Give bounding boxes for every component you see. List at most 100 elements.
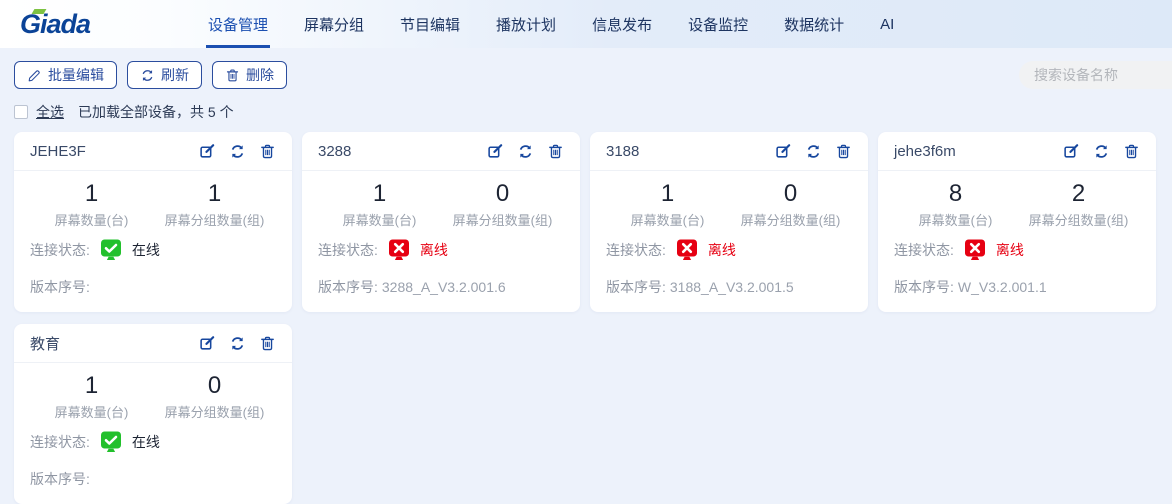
screen-count: 1 [30,179,153,209]
search-input[interactable] [1019,61,1172,89]
delete-button[interactable]: 删除 [212,61,287,89]
nav-tab-2[interactable]: 节目编辑 [398,0,462,48]
device-card-body: 1 屏幕数量(台) 0 屏幕分组数量(组) 连接状态: 在线 版本序号: [14,363,292,489]
device-card-body: 1 屏幕数量(台) 0 屏幕分组数量(组) 连接状态: 离线 版本序号:3288… [302,171,580,297]
refresh-icon[interactable] [229,143,246,160]
connection-status: 离线 [708,240,736,260]
version-row: 版本序号:3288_A_V3.2.001.6 [318,277,564,297]
select-all-checkbox[interactable] [14,105,28,119]
button-label: 批量编辑 [48,65,104,85]
group-count-stat: 2 屏幕分组数量(组) [1017,179,1140,229]
version-value: 3188_A_V3.2.001.5 [670,279,794,295]
batch-edit-button[interactable]: 批量编辑 [14,61,117,89]
screen-count-stat: 1 屏幕数量(台) [606,179,729,229]
device-card-header: jehe3f6m [878,132,1156,171]
group-count: 0 [729,179,852,209]
monitor-status-icon [963,238,987,262]
device-card-body: 8 屏幕数量(台) 2 屏幕分组数量(组) 连接状态: 离线 版本序号:W_V3… [878,171,1156,297]
nav-tab-4[interactable]: 信息发布 [590,0,654,48]
group-count-stat: 1 屏幕分组数量(组) [153,179,276,229]
delete-icon[interactable] [259,143,276,160]
group-count: 1 [153,179,276,209]
delete-icon[interactable] [1123,143,1140,160]
device-stats: 1 屏幕数量(台) 0 屏幕分组数量(组) [606,179,852,229]
connection-label: 连接状态: [894,240,954,260]
screen-count: 8 [894,179,1017,209]
brand-logo: Giada [0,0,206,48]
device-name: 教育 [30,333,60,354]
version-row: 版本序号: [30,469,276,489]
group-count: 0 [441,179,564,209]
screen-count-stat: 1 屏幕数量(台) [318,179,441,229]
refresh-icon[interactable] [805,143,822,160]
device-card-actions [199,335,276,352]
button-label: 刷新 [161,65,189,85]
group-count-stat: 0 屏幕分组数量(组) [153,371,276,421]
device-stats: 1 屏幕数量(台) 0 屏幕分组数量(组) [318,179,564,229]
edit-icon[interactable] [487,143,504,160]
connection-status-row: 连接状态: 离线 [894,238,1140,262]
device-card-header: 3188 [590,132,868,171]
version-label: 版本序号: [894,279,954,295]
device-name: 3288 [318,143,351,160]
group-count-stat: 0 屏幕分组数量(组) [441,179,564,229]
select-all-label[interactable]: 全选 [36,102,64,122]
device-card-header: 教育 [14,324,292,363]
device-stats: 1 屏幕数量(台) 0 屏幕分组数量(组) [30,371,276,421]
version-label: 版本序号: [30,279,90,295]
device-card-actions [199,143,276,160]
edit-icon[interactable] [199,143,216,160]
version-label: 版本序号: [606,279,666,295]
version-label: 版本序号: [30,471,90,487]
group-count: 2 [1017,179,1140,209]
refresh-icon[interactable] [1093,143,1110,160]
version-value: 3288_A_V3.2.001.6 [382,279,506,295]
nav-tab-5[interactable]: 设备监控 [686,0,750,48]
delete-icon[interactable] [547,143,564,160]
screen-count-label: 屏幕数量(台) [894,210,1017,229]
group-count-label: 屏幕分组数量(组) [153,402,276,421]
connection-label: 连接状态: [30,240,90,260]
version-value: W_V3.2.001.1 [958,279,1047,295]
device-card: 教育 1 屏幕数量(台) 0 [14,324,292,504]
screen-count-stat: 1 屏幕数量(台) [30,371,153,421]
device-card: 3288 1 屏幕数量(台) 0 [302,132,580,312]
refresh-button[interactable]: 刷新 [127,61,202,89]
device-name: JEHE3F [30,143,86,160]
device-card-actions [487,143,564,160]
edit-icon[interactable] [199,335,216,352]
group-count: 0 [153,371,276,401]
group-count-label: 屏幕分组数量(组) [153,210,276,229]
connection-status: 在线 [132,432,160,452]
selection-bar: 全选 已加载全部设备，共 5 个 [0,89,1172,122]
nav-tab-1[interactable]: 屏幕分组 [302,0,366,48]
top-header: Giada 设备管理屏幕分组节目编辑播放计划信息发布设备监控数据统计 AI [0,0,1172,48]
version-row: 版本序号: [30,277,276,297]
connection-status: 在线 [132,240,160,260]
edit-icon[interactable] [775,143,792,160]
refresh-icon [140,68,155,83]
device-card-actions [1063,143,1140,160]
refresh-icon[interactable] [229,335,246,352]
refresh-icon[interactable] [517,143,534,160]
screen-count-stat: 8 屏幕数量(台) [894,179,1017,229]
screen-count-label: 屏幕数量(台) [30,402,153,421]
delete-icon[interactable] [259,335,276,352]
connection-label: 连接状态: [30,432,90,452]
delete-icon[interactable] [835,143,852,160]
device-name: jehe3f6m [894,143,956,160]
device-card-header: 3288 [302,132,580,171]
device-name: 3188 [606,143,639,160]
nav-tab-3[interactable]: 播放计划 [494,0,558,48]
device-card-body: 1 屏幕数量(台) 1 屏幕分组数量(组) 连接状态: 在线 版本序号: [14,171,292,297]
device-card: JEHE3F 1 屏幕数量(台) 1 [14,132,292,312]
group-count-stat: 0 屏幕分组数量(组) [729,179,852,229]
device-card-actions [775,143,852,160]
trash-icon [225,68,240,83]
nav-tab-0[interactable]: 设备管理 [206,0,270,48]
nav-tab-6[interactable]: 数据统计 [782,0,846,48]
device-stats: 8 屏幕数量(台) 2 屏幕分组数量(组) [894,179,1140,229]
nav-tab-7[interactable]: AI [878,0,896,48]
device-stats: 1 屏幕数量(台) 1 屏幕分组数量(组) [30,179,276,229]
edit-icon[interactable] [1063,143,1080,160]
